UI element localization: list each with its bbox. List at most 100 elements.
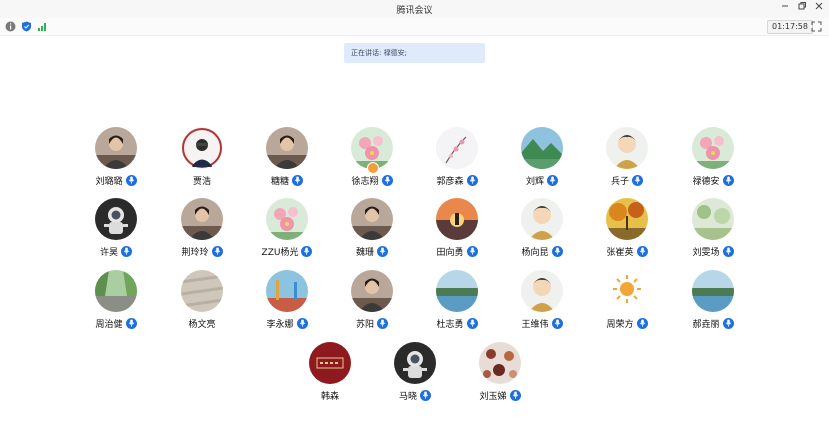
microphone-badge xyxy=(632,174,643,186)
participant-name-row: 杨向昆 xyxy=(499,244,585,258)
participant-tile[interactable]: 田向勇 xyxy=(414,198,500,264)
microphone-icon xyxy=(554,319,560,327)
microphone-icon xyxy=(299,319,305,327)
participant-name: 韩森 xyxy=(320,391,339,402)
participant-tile[interactable]: 糖糖 xyxy=(244,127,330,193)
participant-tile[interactable]: 许昊 xyxy=(73,198,159,264)
participant-name: 郝垚丽 xyxy=(692,319,720,330)
participant-name: 糖糖 xyxy=(270,176,289,187)
microphone-icon xyxy=(214,247,220,255)
participant-name-row: 周荣方 xyxy=(584,316,670,330)
microphone-badge xyxy=(466,174,478,186)
microphone-badge xyxy=(296,317,308,329)
participant-name-row: 刘璐璐 xyxy=(73,173,159,187)
microphone-badge xyxy=(722,245,734,257)
restore-button[interactable] xyxy=(794,1,810,16)
participant-tile[interactable]: 贾浩 xyxy=(159,127,245,193)
microphone-badge xyxy=(377,245,388,257)
participant-tile[interactable]: 禄德安 xyxy=(670,127,756,193)
avatar xyxy=(95,270,137,312)
participant-tile[interactable]: 周治健 xyxy=(73,270,159,336)
microphone-icon xyxy=(128,176,134,184)
microphone-badge xyxy=(509,389,521,401)
toolbar: 01:17:58 xyxy=(0,18,829,36)
participant-tile[interactable]: ZZU杨光 xyxy=(244,198,330,264)
microphone-badge xyxy=(125,317,137,329)
participant-tile[interactable]: 郝垚丽 xyxy=(670,270,756,336)
microphone-icon xyxy=(554,247,560,255)
avatar xyxy=(181,198,223,240)
microphone-badge xyxy=(722,174,734,186)
participant-tile[interactable]: 郭彦森 xyxy=(414,127,500,193)
participant-tile[interactable]: 韩森 xyxy=(287,342,373,408)
microphone-badge xyxy=(301,245,313,257)
participant-tile[interactable]: 王维伟 xyxy=(499,270,585,336)
participant-tile[interactable]: 刘雯场 xyxy=(670,198,756,264)
participant-tile[interactable]: 杨文亮 xyxy=(159,270,245,336)
microphone-icon xyxy=(639,319,645,327)
microphone-badge xyxy=(125,174,137,186)
participant-name-row: 杜志勇 xyxy=(414,316,500,330)
minimize-button[interactable] xyxy=(777,1,793,16)
avatar xyxy=(436,198,478,240)
avatar xyxy=(266,127,308,169)
microphone-icon xyxy=(512,391,518,399)
participant-tile[interactable]: 荆玲玲 xyxy=(159,198,245,264)
avatar xyxy=(692,270,734,312)
participant-name-row: 许昊 xyxy=(73,244,159,258)
participant-tile[interactable]: 徐志翔 xyxy=(329,127,415,193)
participant-tile[interactable]: 杜志勇 xyxy=(414,270,500,336)
participant-tile[interactable]: 杨向昆 xyxy=(499,198,585,264)
meeting-timer: 01:17:58 xyxy=(767,20,813,34)
close-button[interactable] xyxy=(811,1,827,16)
speaking-names: 禄德安; xyxy=(383,49,407,57)
signal-icon[interactable] xyxy=(37,21,48,32)
participant-name: 王维伟 xyxy=(521,319,549,330)
participant-tile[interactable]: 苏阳 xyxy=(329,270,415,336)
participant-tile[interactable]: 魏珊 xyxy=(329,198,415,264)
avatar xyxy=(521,127,563,169)
avatar xyxy=(436,270,478,312)
participant-tile[interactable]: 刘玉娣 xyxy=(457,342,543,408)
microphone-icon xyxy=(725,247,731,255)
participant-name-row: 苏阳 xyxy=(329,316,415,330)
fullscreen-icon[interactable] xyxy=(811,21,822,32)
participant-name-row: 马晓 xyxy=(372,388,458,402)
microphone-icon xyxy=(634,176,641,184)
participant-name: 郭彦森 xyxy=(436,176,464,187)
microphone-badge xyxy=(636,245,648,257)
microphone-icon xyxy=(639,247,645,255)
avatar xyxy=(95,127,137,169)
participant-name-row: 荆玲玲 xyxy=(159,244,245,258)
participant-tile[interactable]: 周荣方 xyxy=(584,270,670,336)
participant-name-row: 韩森 xyxy=(287,388,373,402)
participant-name-row: 张崔英 xyxy=(584,244,670,258)
minimize-icon xyxy=(782,5,788,7)
participant-tile[interactable]: 兵子 xyxy=(584,127,670,193)
participant-name: 魏珊 xyxy=(355,247,374,258)
participant-tile[interactable]: 马晓 xyxy=(372,342,458,408)
microphone-icon xyxy=(128,319,134,327)
microphone-badge xyxy=(636,317,648,329)
microphone-icon xyxy=(304,247,310,255)
participant-name: 刘辉 xyxy=(525,176,544,187)
participant-name-row: 刘雯场 xyxy=(670,244,756,258)
avatar xyxy=(436,127,478,169)
avatar xyxy=(351,198,393,240)
participant-tile[interactable]: 李永娜 xyxy=(244,270,330,336)
speaking-label: 正在讲话: xyxy=(351,49,382,57)
microphone-badge xyxy=(420,389,431,401)
participant-name: 荆玲玲 xyxy=(181,247,209,258)
participant-name: 田向勇 xyxy=(436,247,464,258)
participant-tile[interactable]: 刘辉 xyxy=(499,127,585,193)
participant-name-row: 郝垚丽 xyxy=(670,316,756,330)
participant-name: 刘璐璐 xyxy=(95,176,123,187)
participant-tile[interactable]: 刘璐璐 xyxy=(73,127,159,193)
microphone-icon xyxy=(123,247,130,255)
info-icon[interactable] xyxy=(5,21,16,32)
avatar xyxy=(692,127,734,169)
shield-icon[interactable] xyxy=(21,21,32,32)
avatar xyxy=(181,270,223,312)
participant-name: 贾浩 xyxy=(192,176,211,187)
participant-tile[interactable]: 张崔英 xyxy=(584,198,670,264)
